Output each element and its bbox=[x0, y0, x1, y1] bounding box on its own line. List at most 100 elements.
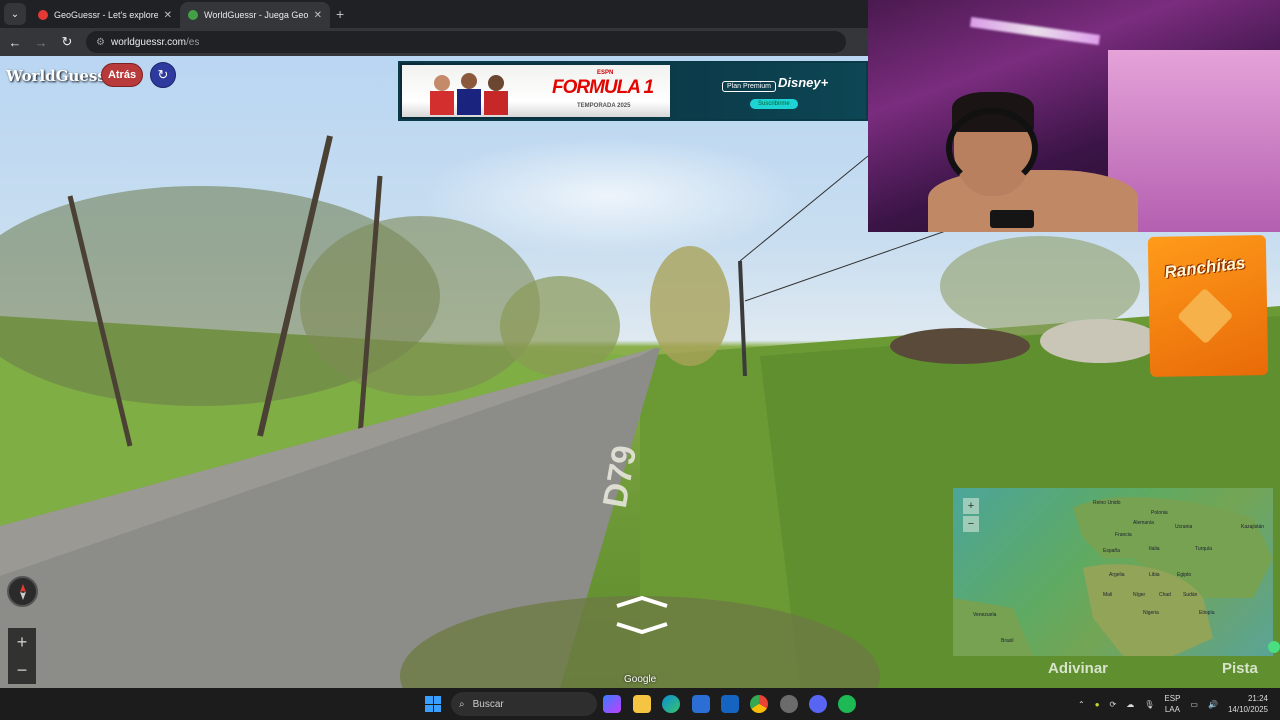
map-label: Polonia bbox=[1151, 510, 1168, 516]
url-path: /es bbox=[186, 36, 200, 48]
ad-plan-label: Plan Premium bbox=[722, 81, 776, 92]
globe-icon bbox=[188, 10, 198, 20]
ad-f1-panel: ESPN FORMULA 1 TEMPORADA 2025 bbox=[402, 65, 670, 117]
file-explorer-icon[interactable] bbox=[633, 695, 651, 713]
discord-icon[interactable] bbox=[809, 695, 827, 713]
reload-icon[interactable]: ↻ bbox=[60, 34, 74, 50]
tab-title: GeoGuessr - Let's explore the w bbox=[54, 10, 158, 20]
zoom-out-button[interactable]: − bbox=[8, 656, 36, 684]
chip-image bbox=[1176, 287, 1234, 345]
url-domain: worldguessr.com bbox=[110, 36, 186, 48]
screen: ⌄ GeoGuessr - Let's explore the w ✕ Worl… bbox=[0, 0, 1280, 720]
status-dot bbox=[1268, 641, 1280, 653]
led-strip bbox=[969, 17, 1101, 45]
chrome-icon[interactable] bbox=[750, 695, 768, 713]
map-label: Reino Unido bbox=[1093, 500, 1121, 506]
map-label: Venezuela bbox=[973, 612, 997, 618]
map-zoom-out-button[interactable]: − bbox=[963, 516, 979, 532]
lang-bottom: LAA bbox=[1164, 705, 1180, 714]
url-field[interactable]: ⚙ worldguessr.com /es bbox=[86, 31, 846, 53]
map-zoom-in-button[interactable]: + bbox=[963, 498, 979, 514]
map-label: Argelia bbox=[1109, 572, 1125, 578]
spotify-icon[interactable] bbox=[838, 695, 856, 713]
webcam-overlay bbox=[868, 0, 1280, 232]
map-label: España bbox=[1103, 548, 1120, 554]
obs-icon[interactable] bbox=[780, 695, 798, 713]
taskbar-search[interactable]: ⌕ Buscar bbox=[451, 692, 597, 716]
tab-worldguessr[interactable]: WorldGuessr - Juega GeoGuess ✕ bbox=[180, 2, 330, 28]
map-label: Francia bbox=[1115, 532, 1132, 538]
drivers-image bbox=[430, 73, 508, 115]
disney-logo: Disney+ bbox=[778, 75, 829, 90]
map-label: Etiopía bbox=[1199, 610, 1215, 616]
phone bbox=[990, 210, 1034, 228]
forward-chevron-icon[interactable] bbox=[616, 596, 668, 608]
map-label: Libia bbox=[1149, 572, 1160, 578]
site-info-icon[interactable]: ⚙ bbox=[96, 37, 105, 48]
sync-icon[interactable]: ⟳ bbox=[1110, 700, 1117, 709]
hint-button[interactable]: Pista bbox=[1222, 660, 1258, 677]
close-icon[interactable]: ✕ bbox=[314, 10, 322, 21]
map-label: Mali bbox=[1103, 592, 1113, 598]
new-tab-button[interactable]: + bbox=[330, 6, 350, 28]
back-arrow-icon[interactable]: ← bbox=[8, 35, 22, 50]
clock-time: 21:24 bbox=[1247, 694, 1268, 703]
browser-tabbar: ⌄ GeoGuessr - Let's explore the w ✕ Worl… bbox=[0, 0, 868, 28]
tab-search-icon[interactable]: ⌄ bbox=[4, 3, 26, 25]
volume-icon[interactable]: 🔊 bbox=[1208, 700, 1218, 709]
address-bar-row: ← → ↻ ⚙ worldguessr.com /es bbox=[0, 28, 868, 56]
clock[interactable]: 21:24 14/10/2025 bbox=[1228, 693, 1268, 715]
chips-brand: Ranchitas bbox=[1163, 253, 1247, 282]
map-label: Kazajistán bbox=[1241, 524, 1265, 530]
worldguessr-logo: WorldGuessr bbox=[6, 67, 114, 85]
chevron-up-icon[interactable]: ⌃ bbox=[1078, 700, 1085, 709]
forward-arrow-icon[interactable]: → bbox=[34, 35, 48, 50]
map-label: Alemania bbox=[1133, 520, 1154, 526]
map-label: Brasil bbox=[1001, 638, 1014, 644]
zoom-in-button[interactable]: + bbox=[8, 628, 36, 656]
backward-chevron-icon[interactable] bbox=[616, 622, 668, 635]
tab-title: WorldGuessr - Juega GeoGuess bbox=[204, 10, 308, 20]
ad-subscribe-button[interactable]: Suscribirme bbox=[750, 99, 798, 109]
map-pin-icon bbox=[38, 10, 48, 20]
map-label: Chad bbox=[1159, 592, 1171, 598]
windows-start-icon[interactable] bbox=[425, 696, 441, 712]
chips-bag-overlay: Ranchitas bbox=[1147, 234, 1269, 378]
search-placeholder: Buscar bbox=[472, 698, 504, 710]
google-watermark: Google bbox=[624, 674, 657, 685]
map-label: Turquía bbox=[1195, 546, 1213, 552]
espn-logo: ESPN bbox=[597, 70, 614, 76]
search-icon: ⌕ bbox=[459, 698, 465, 710]
ad-brand: FORMULA 1 bbox=[552, 77, 654, 98]
map-label: Sudán bbox=[1183, 592, 1198, 598]
language-indicator[interactable]: ESP LAA bbox=[1164, 693, 1180, 715]
display-icon[interactable]: ▭ bbox=[1190, 700, 1198, 709]
map-label: Egipto bbox=[1177, 572, 1192, 578]
compass-icon[interactable] bbox=[7, 576, 38, 607]
microphone-icon[interactable]: 🎙 bbox=[1144, 700, 1154, 709]
cloud-icon[interactable]: ☁ bbox=[1126, 700, 1134, 709]
copilot-icon[interactable] bbox=[603, 695, 621, 713]
map-label: Ucrania bbox=[1175, 524, 1193, 530]
map-label: Níger bbox=[1133, 592, 1146, 598]
map-label: Nigeria bbox=[1143, 610, 1159, 616]
system-tray: ⌃ ● ⟳ ☁ 🎙 ESP LAA ▭ 🔊 21:24 14/10/2025 bbox=[1078, 688, 1280, 720]
ad-banner[interactable]: ESPN FORMULA 1 TEMPORADA 2025 Plan Premi… bbox=[398, 61, 868, 121]
edge-icon[interactable] bbox=[662, 695, 680, 713]
tab-geoguessr[interactable]: GeoGuessr - Let's explore the w ✕ bbox=[30, 2, 180, 28]
back-button[interactable]: Atrás bbox=[101, 63, 143, 87]
app-tray-icon[interactable]: ● bbox=[1095, 700, 1100, 709]
guess-button[interactable]: Adivinar bbox=[1048, 660, 1108, 677]
refresh-icon[interactable]: ↻ bbox=[150, 62, 176, 88]
close-icon[interactable]: ✕ bbox=[164, 10, 172, 21]
store-icon[interactable] bbox=[692, 695, 710, 713]
outlook-icon[interactable] bbox=[721, 695, 739, 713]
headset-icon bbox=[946, 108, 1038, 188]
windows-taskbar: ⌕ Buscar ⌃ ● ⟳ ☁ 🎙 ESP LAA ▭ 🔊 21:24 14/… bbox=[0, 688, 1280, 720]
map-label: Italia bbox=[1149, 546, 1160, 552]
lang-top: ESP bbox=[1164, 694, 1181, 703]
guess-minimap[interactable]: Reino Unido Polonia Alemania Ucrania Fra… bbox=[953, 488, 1273, 656]
navigation-arrows[interactable] bbox=[612, 596, 672, 636]
clock-date: 14/10/2025 bbox=[1227, 705, 1268, 714]
ad-season: TEMPORADA 2025 bbox=[577, 103, 631, 109]
